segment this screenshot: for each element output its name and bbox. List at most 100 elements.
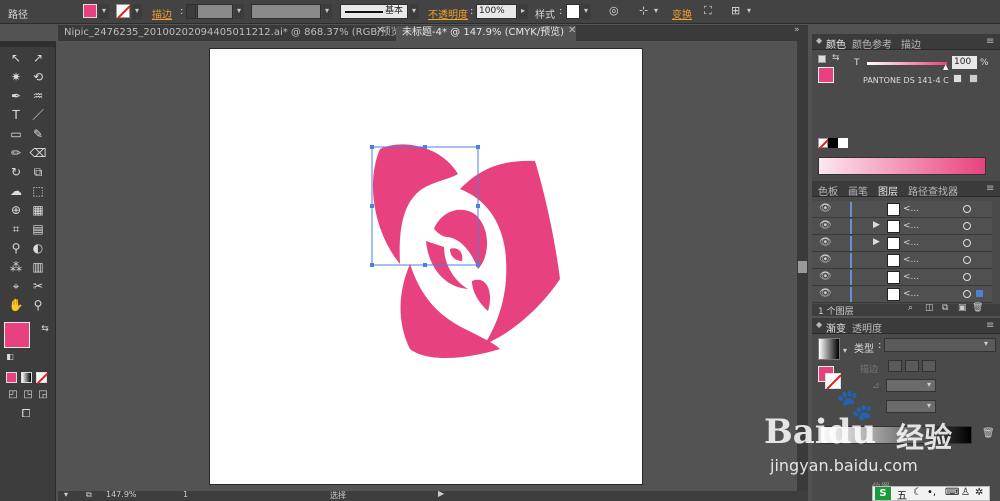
target-circle-icon[interactable] [963, 273, 971, 281]
page-field[interactable]: 1 [183, 490, 188, 499]
tab-transparency[interactable]: 透明度 [852, 320, 882, 335]
locate-object-icon[interactable]: ⌕ [908, 303, 913, 313]
petal-inner-right[interactable] [472, 279, 491, 311]
variable-width-dropdown[interactable]: ▾ [322, 4, 332, 19]
stroke-within-icon[interactable] [888, 360, 902, 372]
bbox-handle[interactable] [370, 145, 374, 149]
layer-name[interactable]: <... [903, 272, 919, 282]
ime-mode-label[interactable]: 五 [897, 487, 907, 501]
column-graph-tool-icon[interactable]: ▥ [28, 258, 48, 276]
white-swatch[interactable] [838, 138, 848, 148]
draw-inside-icon[interactable]: ◲ [33, 386, 53, 404]
opacity-dropdown[interactable]: ▸ [518, 4, 528, 19]
rose-artwork[interactable] [210, 49, 644, 486]
perspective-grid-tool-icon[interactable]: ▦ [28, 201, 48, 219]
stroke-weight-field[interactable] [197, 4, 233, 19]
gradient-type-dropdown[interactable]: ▾ [984, 339, 988, 348]
visibility-eye-icon[interactable]: 👁 [819, 220, 832, 231]
isolate-icon[interactable]: ⊞ [731, 4, 740, 17]
moon-icon[interactable]: ☾ [913, 487, 922, 498]
panel-collapse-icon[interactable]: ◆ [816, 36, 822, 45]
punctuation-icon[interactable]: •, [927, 487, 936, 498]
layer-row[interactable]: 👁 <... [812, 269, 992, 286]
bbox-handle[interactable] [370, 204, 374, 208]
type-tool-icon[interactable]: T [6, 106, 26, 124]
stroke-label[interactable]: 描边 [152, 6, 172, 21]
gradient-preset-dropdown[interactable]: ▾ [843, 346, 847, 355]
stroke-weight-stepper[interactable] [186, 4, 196, 19]
tab-pathfinder[interactable]: 路径查找器 [908, 183, 958, 198]
sogou-s-icon[interactable]: S [875, 487, 891, 500]
graphic-style-swatch[interactable] [566, 4, 580, 19]
fill-color-box[interactable] [4, 322, 30, 348]
target-circle-icon[interactable] [963, 222, 971, 230]
fill-swatch[interactable] [83, 4, 97, 18]
shape-builder-tool-icon[interactable]: ⊕ [6, 201, 26, 219]
color-fill-swatch[interactable] [818, 67, 834, 83]
scale-tool-icon[interactable]: ⧉ [28, 163, 48, 181]
rotate-tool-icon[interactable]: ↻ [6, 163, 26, 181]
new-layer-icon[interactable]: ▣ [958, 303, 967, 313]
layer-name[interactable]: <... [903, 204, 919, 214]
tab-layers[interactable]: 图层 [878, 183, 898, 198]
magic-wand-tool-icon[interactable]: ✷ [6, 68, 26, 86]
visibility-eye-icon[interactable]: 👁 [819, 288, 832, 299]
tools-panel-grip[interactable] [0, 41, 56, 47]
eraser-tool-icon[interactable]: ⌫ [28, 144, 48, 162]
layer-row[interactable]: 👁 <... [812, 286, 992, 303]
tab-gradient[interactable]: 渐变 [826, 320, 846, 335]
petal-top-left[interactable] [372, 144, 458, 264]
layer-name[interactable]: <... [903, 221, 919, 231]
target-circle-icon[interactable] [963, 256, 971, 264]
web-safe-icon[interactable] [969, 74, 978, 83]
tab-color[interactable]: 颜色 [826, 36, 846, 51]
target-circle-icon[interactable] [963, 290, 971, 298]
visibility-eye-icon[interactable]: 👁 [819, 254, 832, 265]
artboard[interactable] [209, 48, 643, 485]
hand-tool-icon[interactable]: ✋ [6, 296, 26, 314]
bbox-handle[interactable] [476, 145, 480, 149]
none-swatch[interactable] [818, 138, 830, 150]
gradient-preview[interactable] [818, 338, 840, 360]
visibility-eye-icon[interactable]: 👁 [819, 271, 832, 282]
tab-stroke[interactable]: 描边 [901, 36, 921, 51]
layer-name[interactable]: <... [903, 255, 919, 265]
new-sublayer-icon[interactable]: ⧉ [942, 303, 948, 313]
transform-icon[interactable]: ⛶ [704, 4, 712, 18]
tab-swatches[interactable]: 色板 [818, 183, 838, 198]
bbox-handle[interactable] [423, 263, 427, 267]
status-menu-icon[interactable]: ▾ [64, 490, 68, 499]
pen-tool-icon[interactable]: ✒ [6, 87, 26, 105]
line-tool-icon[interactable]: ／ [28, 106, 48, 124]
visibility-eye-icon[interactable]: 👁 [819, 203, 832, 214]
layer-name[interactable]: <... [903, 289, 919, 299]
tint-slider[interactable] [867, 62, 947, 65]
status-play-icon[interactable]: ▶ [438, 489, 444, 498]
direct-selection-tool-icon[interactable]: ↗ [28, 49, 48, 67]
align-grid-icon[interactable]: ⊹ [639, 4, 648, 17]
more-dropdown[interactable]: ▾ [744, 4, 754, 19]
fill-dropdown[interactable]: ▾ [99, 4, 109, 19]
stroke-swatch[interactable] [116, 4, 131, 19]
artboard-tool-icon[interactable]: ⌖ [6, 277, 26, 295]
brush-style-dropdown[interactable]: ▾ [409, 4, 419, 19]
slice-tool-icon[interactable]: ✂ [28, 277, 48, 295]
selected-art-indicator[interactable] [976, 290, 983, 297]
bbox-handle[interactable] [476, 204, 480, 208]
layer-row[interactable]: 👁 ▶ <... [812, 218, 992, 235]
blend-tool-icon[interactable]: ◐ [28, 239, 48, 257]
opacity-field[interactable]: 100% [476, 4, 517, 19]
user-icon[interactable]: ♙ [961, 487, 970, 498]
brush-style-field[interactable]: 基本 [340, 4, 408, 19]
bbox-handle[interactable] [370, 263, 374, 267]
clipping-mask-icon[interactable]: ◫ [925, 303, 934, 313]
tab-color-guide[interactable]: 颜色参考 [852, 36, 892, 51]
close-icon[interactable]: ✕ [376, 25, 384, 36]
curvature-tool-icon[interactable]: ♒ [28, 87, 48, 105]
free-transform-tool-icon[interactable]: ⬚ [28, 182, 48, 200]
default-colors-icon[interactable]: ◧ [0, 348, 20, 366]
bbox-handle[interactable] [423, 145, 427, 149]
scrollbar-thumb[interactable] [798, 261, 807, 273]
gradient-tool-icon[interactable]: ▤ [28, 220, 48, 238]
stroke-along-icon[interactable] [905, 360, 919, 372]
